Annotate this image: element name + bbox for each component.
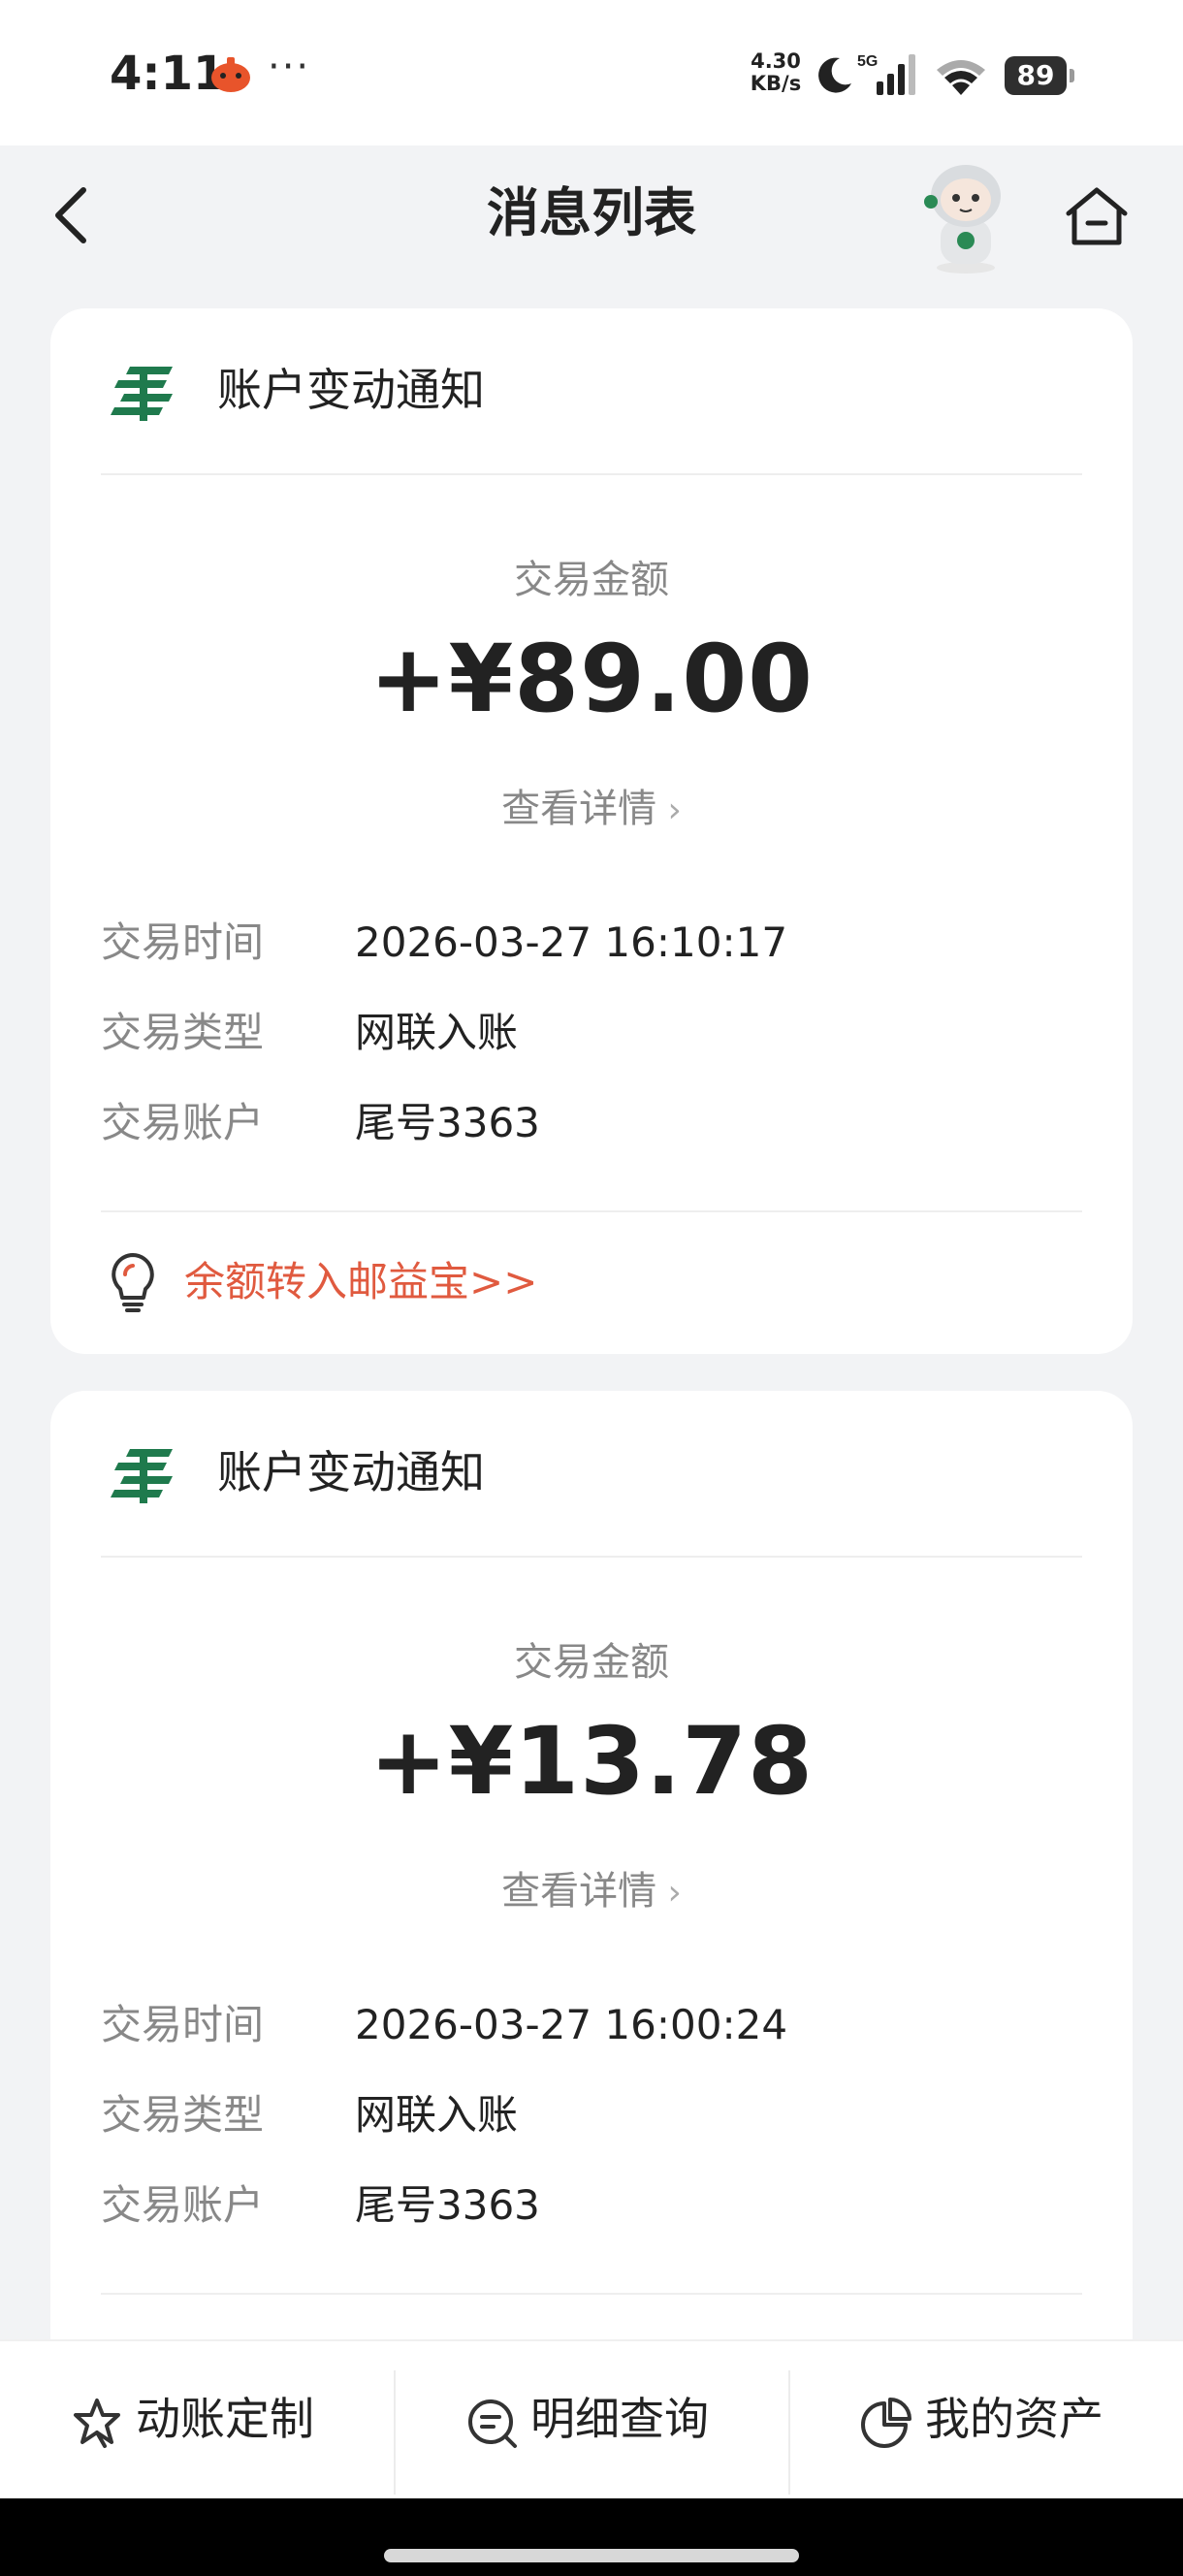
chevron-right-icon: › <box>656 1873 682 1913</box>
info-value: 尾号3363 <box>355 2181 540 2229</box>
info-label: 交易时间 <box>101 918 265 966</box>
wifi-icon <box>937 60 985 95</box>
info-value: 网联入账 <box>355 2091 519 2139</box>
robot-assistant-avatar[interactable] <box>911 159 1020 275</box>
chevron-right-icon: › <box>656 790 682 830</box>
view-details-label: 查看详情 <box>501 787 657 831</box>
notification-card[interactable]: 账户变动通知 交易金额 +¥89.00 查看详情 › 交易时间 2026-03-… <box>50 308 1133 1354</box>
info-label: 交易账户 <box>101 1099 265 1146</box>
promo-link[interactable]: 余额转入邮益宝>> <box>107 1251 882 1313</box>
pie-chart-icon <box>861 2398 911 2448</box>
info-label: 交易类型 <box>101 1009 265 1056</box>
card-title: 账户变动通知 <box>217 364 485 416</box>
info-row-time: 交易时间 2026-03-27 16:10:17 <box>101 914 1071 972</box>
tab-my-assets[interactable]: 我的资产 <box>789 2341 1183 2500</box>
star-badge-icon <box>74 2399 120 2448</box>
info-label: 交易类型 <box>101 2091 265 2139</box>
amount-label: 交易金额 <box>514 1640 669 1685</box>
battery-indicator: 89 <box>1005 56 1074 95</box>
view-details-link[interactable]: 查看详情 › <box>50 1864 1133 1920</box>
divider <box>101 473 1082 475</box>
amount-label: 交易金额 <box>514 558 669 602</box>
tab-label: 动账定制 <box>136 2393 314 2445</box>
info-label: 交易时间 <box>101 2001 265 2048</box>
info-row-type: 交易类型 网联入账 <box>101 1004 1071 1062</box>
info-value: 2026-03-27 16:00:24 <box>355 2001 788 2048</box>
network-speed: 4.30 KB/s <box>747 50 805 95</box>
network-type-label: 5G <box>857 53 878 70</box>
info-value: 2026-03-27 16:10:17 <box>355 918 788 966</box>
divider <box>101 1556 1082 1558</box>
view-details-link[interactable]: 查看详情 › <box>50 782 1133 838</box>
lightbulb-icon <box>112 1253 154 1312</box>
promo-text: 余额转入邮益宝>> <box>184 1258 538 1305</box>
moon-icon <box>818 57 851 93</box>
cellular-signal-icon: 5G <box>857 53 915 95</box>
divider <box>101 1210 1082 1212</box>
network-speed-value: 4.30 <box>751 49 801 73</box>
status-more-dots: ··· <box>268 45 311 89</box>
system-navigation-area <box>0 2498 1183 2576</box>
info-value: 网联入账 <box>355 1009 519 1056</box>
info-value: 尾号3363 <box>355 1099 540 1146</box>
status-bar: 4:11 ··· 4.30 KB/s 5G 89 <box>0 0 1183 145</box>
view-details-label: 查看详情 <box>501 1869 657 1914</box>
info-row-time: 交易时间 2026-03-27 16:00:24 <box>101 1996 1071 2054</box>
home-gesture-bar[interactable] <box>384 2549 799 2562</box>
info-label: 交易账户 <box>101 2181 265 2229</box>
home-icon[interactable] <box>1063 184 1131 248</box>
tab-label: 明细查询 <box>530 2393 709 2445</box>
tab-transaction-query[interactable]: 明细查询 <box>395 2341 788 2500</box>
bottom-tab-bar: 动账定制 明细查询 我的资产 <box>0 2339 1183 2498</box>
info-row-type: 交易类型 网联入账 <box>101 2086 1071 2144</box>
divider <box>101 2293 1082 2295</box>
postal-bank-logo-icon <box>111 1449 173 1503</box>
search-list-icon <box>468 2399 517 2448</box>
card-title: 账户变动通知 <box>217 1446 485 1498</box>
info-row-account: 交易账户 尾号3363 <box>101 1094 1071 1152</box>
tab-account-alert-settings[interactable]: 动账定制 <box>0 2341 394 2500</box>
tab-label: 我的资产 <box>925 2393 1103 2445</box>
app-notification-icon <box>211 57 250 92</box>
amount-value: +¥13.78 <box>369 1707 814 1816</box>
network-speed-unit: KB/s <box>750 72 802 95</box>
postal-bank-logo-icon <box>111 367 173 421</box>
info-row-account: 交易账户 尾号3363 <box>101 2176 1071 2235</box>
amount-value: +¥89.00 <box>369 625 814 733</box>
status-time: 4:11 <box>110 47 226 101</box>
